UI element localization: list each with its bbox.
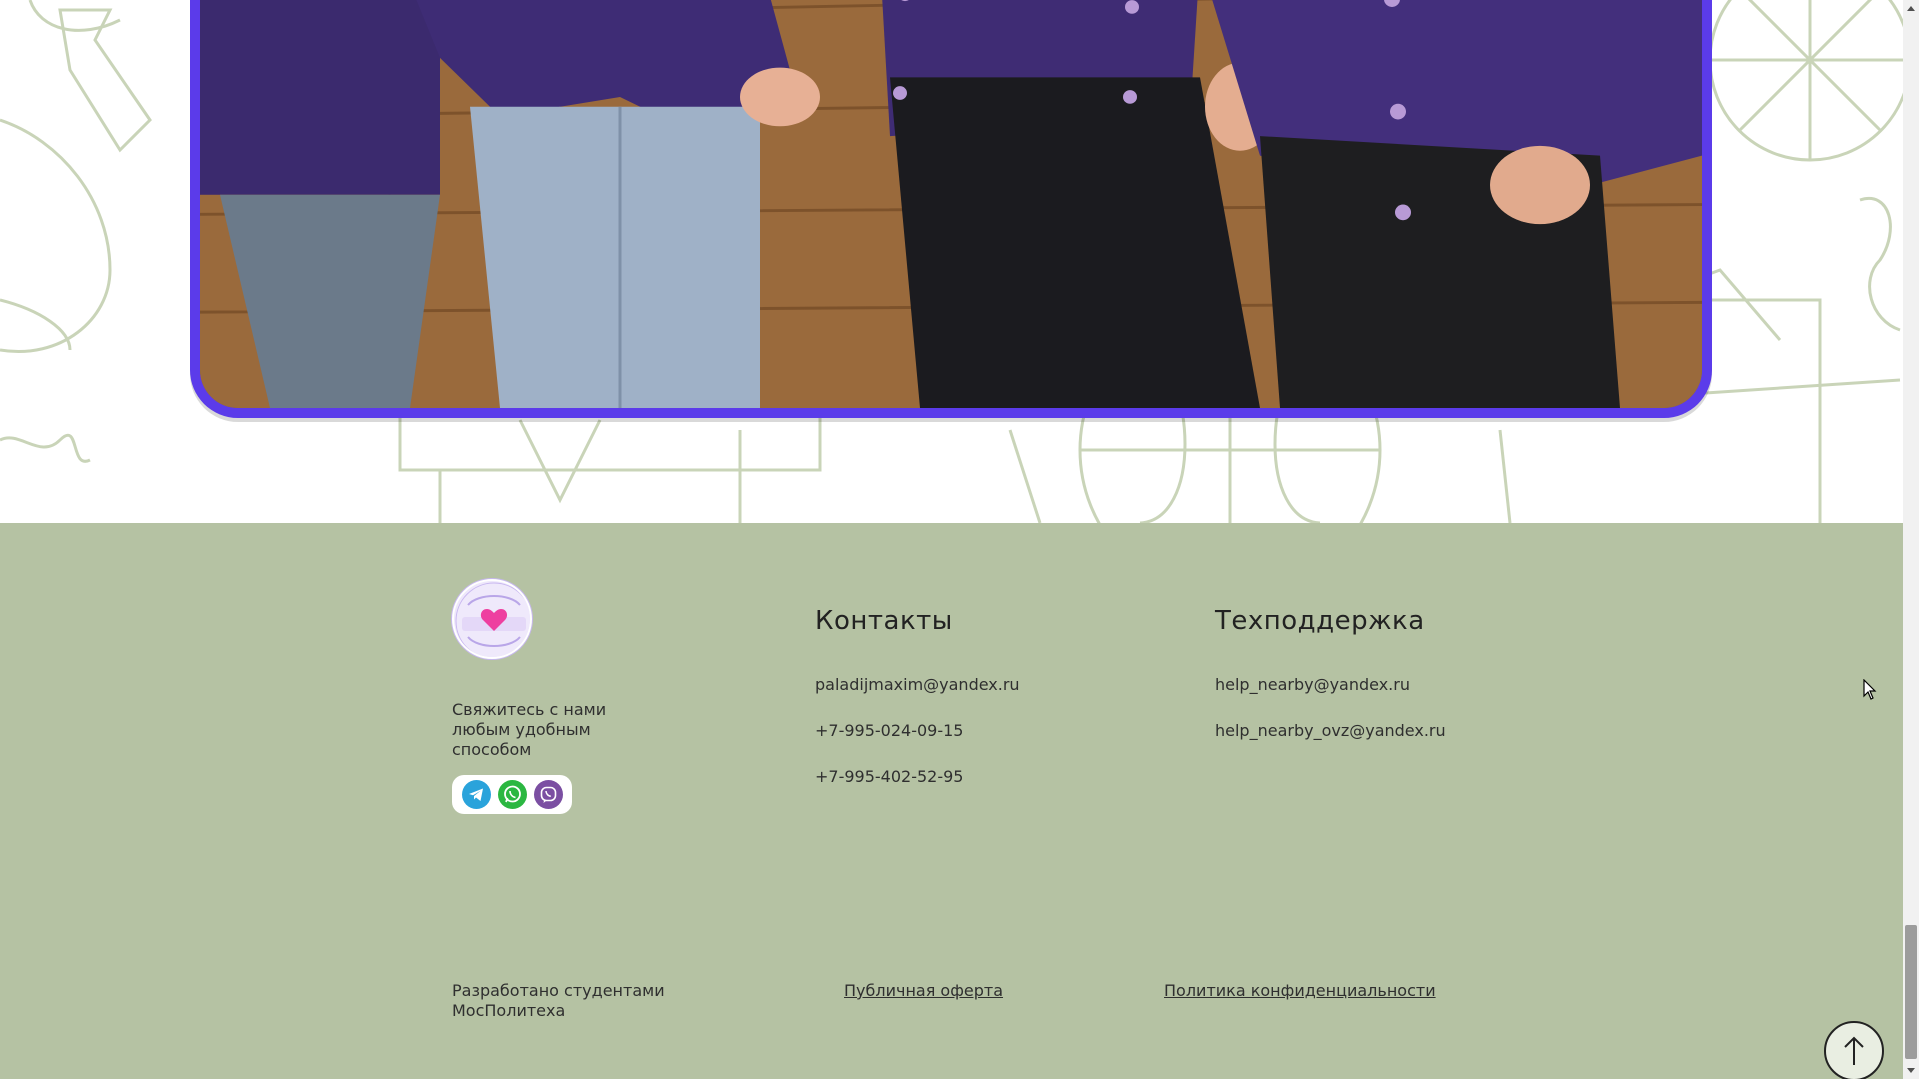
hero-section: [0, 0, 1903, 523]
telegram-icon[interactable]: [461, 780, 491, 809]
scrollbar-thumb[interactable]: [1905, 925, 1917, 1059]
whatsapp-icon[interactable]: [497, 780, 527, 809]
viber-icon[interactable]: [533, 780, 563, 809]
team-photo: [200, 0, 1702, 408]
heart-hands-logo-icon[interactable]: [452, 579, 532, 659]
support-email-link-1[interactable]: help_nearby@yandex.ru: [1215, 674, 1446, 696]
contacts-column: Контакты paladijmaxim@yandex.ru +7-995-0…: [815, 606, 1020, 812]
contacts-heading: Контакты: [815, 606, 953, 636]
contacts-email-link[interactable]: paladijmaxim@yandex.ru: [815, 674, 1020, 696]
public-offer-link[interactable]: Публичная оферта: [844, 981, 1003, 1001]
scroll-to-top-button[interactable]: [1824, 1021, 1884, 1079]
mouse-cursor-icon: [1863, 679, 1877, 700]
support-heading: Техподдержка: [1215, 606, 1425, 636]
developed-by-text: Разработано студентами МосПолитеха: [452, 981, 665, 1020]
contacts-phone-link-1[interactable]: +7-995-024-09-15: [815, 720, 1020, 742]
privacy-policy-link[interactable]: Политика конфиденциальности: [1164, 981, 1436, 1001]
page-scrollbar[interactable]: [1903, 0, 1919, 1079]
footer-tagline: Свяжитесь с нами любым удобным способом: [452, 700, 607, 759]
site-footer: Свяжитесь с нами любым удобным способом …: [0, 523, 1903, 1079]
social-links: [452, 775, 572, 814]
arrow-up-icon: [1844, 1036, 1864, 1065]
support-column: Техподдержка help_nearby@yandex.ru help_…: [1215, 606, 1446, 766]
scroll-up-arrow-icon[interactable]: [1903, 0, 1919, 16]
scroll-down-arrow-icon[interactable]: [1903, 1063, 1919, 1079]
team-photo-frame: [190, 0, 1712, 418]
support-email-link-2[interactable]: help_nearby_ovz@yandex.ru: [1215, 720, 1446, 742]
contacts-phone-link-2[interactable]: +7-995-402-52-95: [815, 766, 1020, 788]
